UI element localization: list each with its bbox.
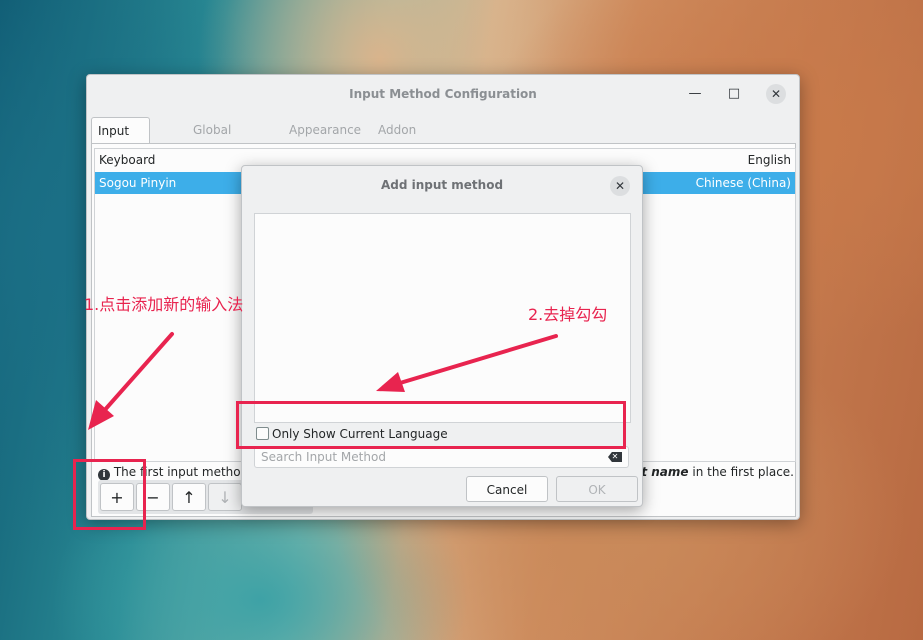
maximize-icon[interactable]: □ <box>725 85 743 103</box>
minimize-icon[interactable]: — <box>686 85 704 103</box>
annotation-highlight-checkbox <box>236 401 626 449</box>
dialog-title: Add input method <box>380 178 504 192</box>
ok-button[interactable]: OK <box>556 476 638 502</box>
list-item-language: Chinese (China) <box>695 176 791 190</box>
move-up-button[interactable]: ↑ <box>172 483 206 511</box>
info-text-right: out name in the first place. <box>625 462 794 482</box>
list-item-name: Sogou Pinyin <box>99 176 177 190</box>
titlebar[interactable]: Input Method Configuration — □ ✕ <box>87 75 799 113</box>
search-input-method-field[interactable]: ✕ <box>254 446 629 468</box>
clear-icon[interactable]: ✕ <box>608 452 622 462</box>
annotation-step2-text: 2.去掉勾勾 <box>528 305 608 324</box>
search-input[interactable] <box>261 449 591 465</box>
tab-addon[interactable]: Addon <box>372 117 422 143</box>
tab-input-method[interactable]: Input Method <box>91 117 151 164</box>
close-icon[interactable]: ✕ <box>610 176 630 196</box>
annotation-step1-text: 1.点击添加新的输入法 <box>84 295 244 314</box>
annotation-highlight-add-button <box>73 459 146 530</box>
tab-appearance[interactable]: Appearance <box>283 117 367 143</box>
list-item-language: English <box>747 153 791 167</box>
cancel-button[interactable]: Cancel <box>466 476 548 502</box>
add-input-method-dialog: Add input method ✕ Only Show Current Lan… <box>241 165 643 507</box>
tab-global-config[interactable]: Global Config <box>187 117 238 163</box>
info-text-tail: in the first place. <box>688 465 794 479</box>
move-down-button[interactable]: ↓ <box>208 483 242 511</box>
close-icon[interactable]: ✕ <box>766 84 786 104</box>
list-item-name: Keyboard <box>99 153 156 167</box>
